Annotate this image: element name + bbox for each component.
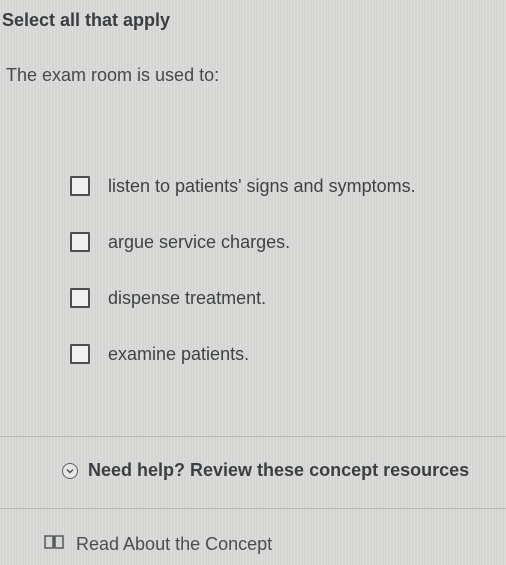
option-3[interactable]: dispense treatment. <box>70 284 266 312</box>
book-icon <box>44 534 64 555</box>
help-divider <box>0 508 506 509</box>
help-text[interactable]: Need help? Review these concept resource… <box>88 460 469 481</box>
option-4-label[interactable]: examine patients. <box>108 344 249 365</box>
option-3-label[interactable]: dispense treatment. <box>108 288 266 309</box>
read-about-concept-link[interactable]: Read About the Concept <box>44 534 272 555</box>
option-2[interactable]: argue service charges. <box>70 228 290 256</box>
chevron-down-circle-icon[interactable] <box>62 462 78 479</box>
option-1-label[interactable]: listen to patients' signs and symptoms. <box>108 176 416 197</box>
option-1[interactable]: listen to patients' signs and symptoms. <box>70 172 416 200</box>
option-2-label[interactable]: argue service charges. <box>108 232 290 253</box>
option-1-checkbox[interactable] <box>70 176 90 196</box>
option-3-checkbox[interactable] <box>70 288 90 308</box>
question-prompt: The exam room is used to: <box>6 65 220 85</box>
option-4[interactable]: examine patients. <box>70 340 249 368</box>
read-about-label[interactable]: Read About the Concept <box>76 534 272 555</box>
option-2-checkbox[interactable] <box>70 232 90 252</box>
help-toggle[interactable]: Need help? Review these concept resource… <box>62 460 469 481</box>
section-divider <box>0 436 506 437</box>
select-all-instruction: Select all that apply <box>2 10 171 30</box>
option-4-checkbox[interactable] <box>70 344 90 364</box>
